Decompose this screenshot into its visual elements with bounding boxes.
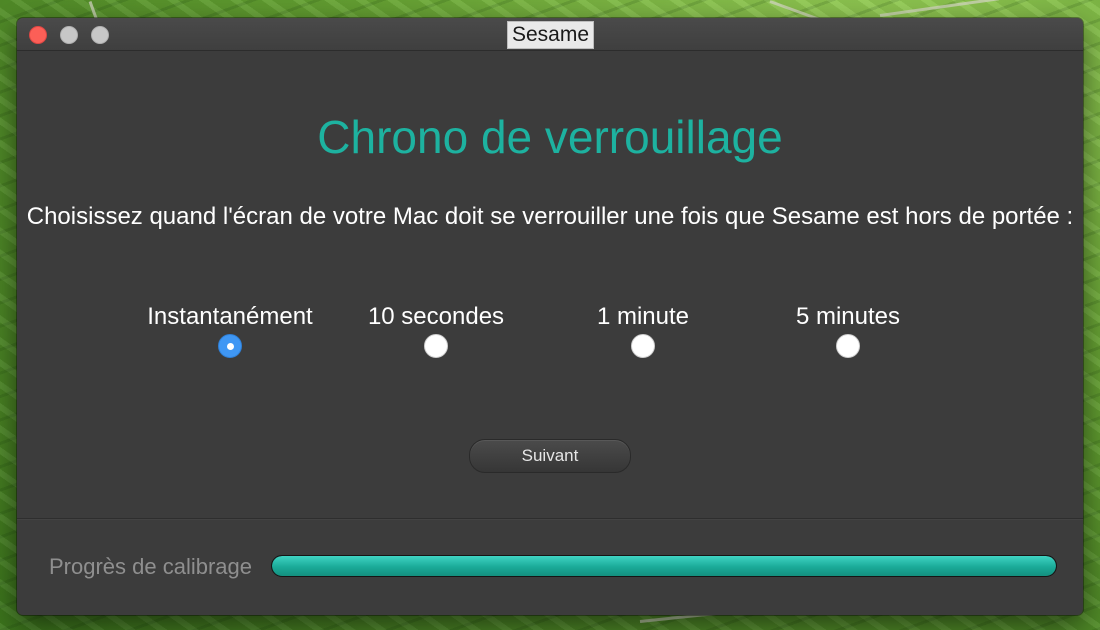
calibration-progress-bar — [271, 555, 1057, 577]
option-5-minutes[interactable]: 5 minutes — [738, 301, 958, 358]
window-title: Sesame — [507, 21, 595, 49]
option-label: Instantanément — [147, 303, 313, 330]
radio-instant[interactable] — [218, 334, 242, 358]
calibration-progress-fill — [272, 556, 1056, 576]
option-1-minute[interactable]: 1 minute — [533, 301, 753, 358]
page-title: Chrono de verrouillage — [317, 111, 783, 163]
radio-1-minute[interactable] — [631, 334, 655, 358]
option-instant[interactable]: Instantanément — [120, 301, 340, 358]
close-window-button[interactable] — [29, 26, 47, 44]
calibration-progress-label: Progrès de calibrage — [49, 554, 253, 579]
option-label: 10 secondes — [367, 303, 505, 330]
sesame-window: Sesame Chrono de verrouillage Choisissez… — [17, 18, 1083, 615]
option-label: 1 minute — [596, 303, 690, 330]
option-label: 5 minutes — [795, 303, 901, 330]
option-10-seconds[interactable]: 10 secondes — [326, 301, 546, 358]
radio-10-seconds[interactable] — [424, 334, 448, 358]
zoom-window-button[interactable] — [91, 26, 109, 44]
lock-timer-description: Choisissez quand l'écran de votre Mac do… — [26, 203, 1074, 230]
footer-divider — [17, 518, 1083, 519]
title-bar[interactable]: Sesame — [17, 18, 1083, 51]
radio-5-minutes[interactable] — [836, 334, 860, 358]
wallpaper-road — [879, 0, 1000, 17]
minimize-window-button[interactable] — [60, 26, 78, 44]
next-button[interactable]: Suivant — [469, 439, 631, 473]
